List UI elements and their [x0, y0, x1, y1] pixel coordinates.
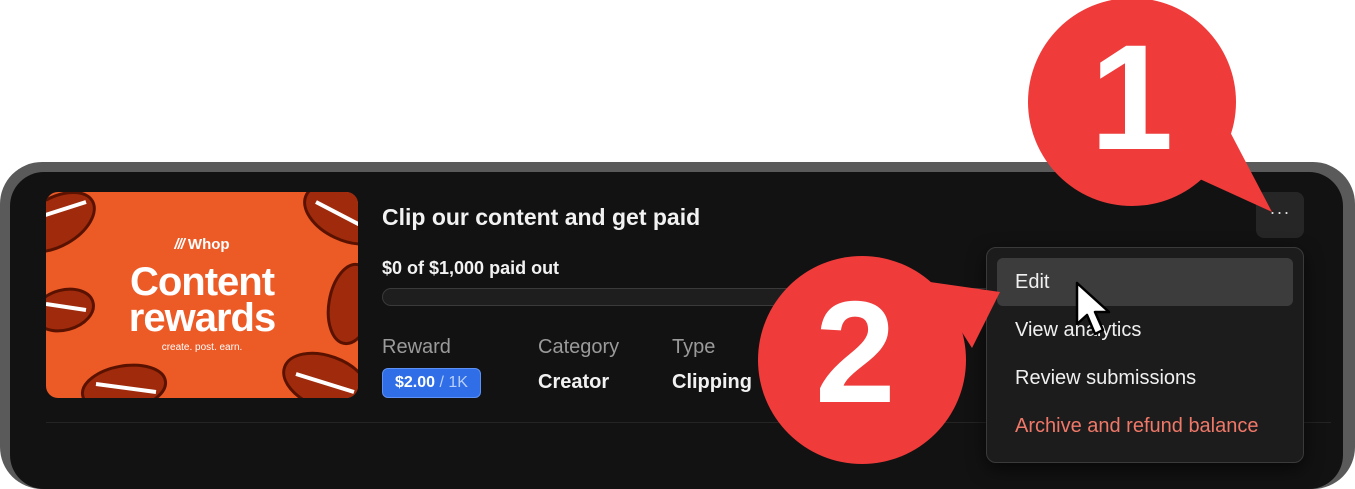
annotation-marker-1: 1 [1090, 13, 1174, 181]
mouse-pointer-icon [1075, 281, 1111, 336]
annotation-marker-2: 2 [815, 271, 896, 433]
